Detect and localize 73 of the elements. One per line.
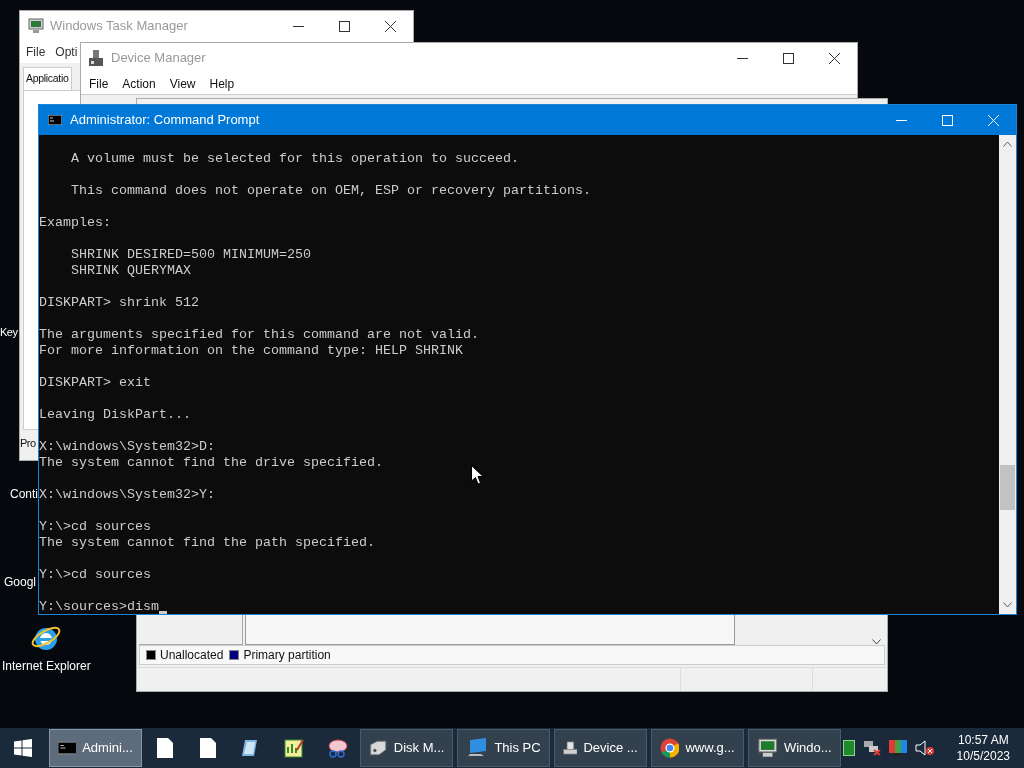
computer-icon (466, 738, 489, 758)
document-icon (157, 738, 174, 758)
scrollbar-thumb[interactable] (1000, 465, 1015, 510)
scrollbar[interactable] (999, 135, 1016, 614)
maximize-icon (338, 20, 350, 32)
menu-item[interactable]: File (89, 74, 109, 93)
taskbar-button[interactable]: Device ... (553, 729, 647, 767)
monitor-icon (28, 18, 44, 34)
chrome-icon (659, 738, 680, 758)
console-line: X:\windows\System32>Y: (39, 487, 215, 503)
scissors-icon (325, 738, 348, 758)
maximize-icon (782, 52, 794, 64)
desktop-icon-label[interactable]: Googl (4, 574, 37, 590)
drive-icon (369, 738, 388, 758)
chip-icon[interactable] (842, 740, 855, 756)
taskbar-button[interactable]: Windo... (747, 729, 841, 767)
clock-time: 10:57 AM (957, 732, 1009, 748)
desktop-icon-label[interactable]: Internet Explorer (2, 658, 91, 674)
taskbar-button[interactable]: www.g... (650, 729, 744, 767)
taskbar-button[interactable]: This PC (457, 729, 550, 767)
menu-item[interactable]: Opti (55, 43, 78, 61)
taskbar-button[interactable]: Admini... (48, 729, 142, 767)
console-line: DISKPART> shrink 512 (39, 295, 199, 311)
console-line: Y:\>cd sources (39, 519, 151, 535)
console-line: The system cannot find the drive specified. (39, 455, 383, 471)
scroll-down-icon[interactable] (872, 639, 881, 645)
close-icon (987, 114, 999, 126)
window-title: Device Manager (111, 49, 206, 68)
close-icon (384, 20, 396, 32)
console-line: SHRINK DESIRED=500 MINIMUM=250 (70, 247, 311, 263)
taskbar-button[interactable]: Disk M... (360, 729, 454, 767)
close-icon (828, 52, 840, 64)
device-icon (562, 738, 578, 758)
scroll-up-icon[interactable] (1003, 141, 1012, 147)
device-icon (89, 50, 103, 66)
window-title: Administrator: Command Prompt (70, 111, 260, 130)
mouse-pointer-icon (471, 465, 483, 485)
desktop-icon-label[interactable]: Key (0, 324, 18, 340)
console-line: Y:\sources>dism (39, 599, 159, 614)
chart-icon (284, 738, 304, 758)
desktop-icon-label[interactable]: Conti (10, 486, 38, 502)
maximize-icon (941, 114, 953, 126)
monitor-icon (756, 738, 778, 758)
scroll-down-icon[interactable] (1003, 602, 1012, 608)
console-line: X:\windows\System32>D: (39, 439, 215, 455)
console-line: DISKPART> exit (39, 375, 151, 391)
network-disconnected-icon[interactable] (862, 740, 881, 756)
console-line: Examples: (39, 215, 111, 231)
legend-label: Unallocated (160, 647, 224, 664)
tab[interactable]: Applicatio (23, 67, 72, 90)
clock[interactable]: 10:57 AM 10/5/2023 (956, 732, 1010, 764)
console-line: This command does not operate on OEM, ESP or recovery partitions. (70, 183, 591, 199)
document-icon (200, 738, 217, 758)
console-line: The arguments specified for this command are not valid. (39, 327, 479, 343)
clock-date: 10/5/2023 (956, 748, 1010, 764)
console-line: A volume must be selected for this operation to succeed. (70, 151, 519, 167)
menu-item[interactable]: File (26, 43, 46, 61)
windows-logo-icon (14, 739, 33, 757)
console-line: The system cannot find the path specified. (39, 535, 375, 551)
console-line: Y:\>cd sources (39, 567, 151, 583)
console-line: SHRINK QUERYMAX (70, 263, 191, 279)
console-line: Leaving DiskPart... (39, 407, 191, 423)
legend-label: Primary partition (243, 647, 331, 664)
menu-item[interactable]: Action (122, 74, 156, 93)
menu-item[interactable]: Help (209, 74, 235, 93)
console-line: For more information on the command type: HELP SHRINK (39, 343, 463, 359)
window-title: Windows Task Manager (50, 17, 188, 36)
menu-item[interactable]: View (169, 74, 196, 93)
speaker-muted-icon[interactable] (914, 740, 935, 756)
console-icon (57, 741, 77, 755)
console-icon (48, 115, 62, 125)
text-cursor (159, 611, 167, 614)
display-icon[interactable] (888, 740, 907, 756)
